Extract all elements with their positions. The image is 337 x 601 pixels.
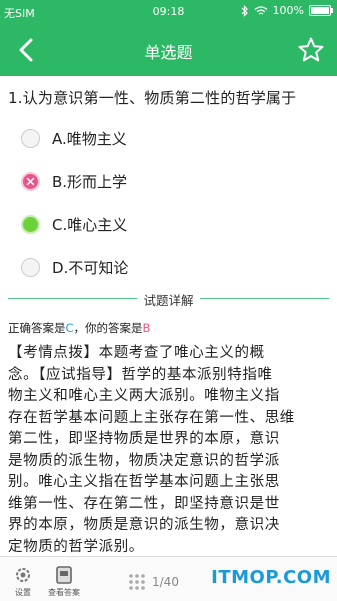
answer-line: 正确答案是C，你的答案是B <box>8 320 150 336</box>
explanation-line: 念。【应试指导】哲学的基本派别特指唯 <box>8 366 273 383</box>
page-indicator[interactable]: 1/40 <box>128 573 179 591</box>
details-title: 试题详解 <box>0 290 337 309</box>
details-title-text: 试题详解 <box>137 293 200 308</box>
correct-mark-icon <box>21 214 40 234</box>
nav-bar: 单选题 <box>0 24 337 76</box>
explanation-line: 存在哲学基本问题上主张存在第一性、思维 <box>8 409 295 426</box>
explanation-line: 维第一性、存在第二性，即坚持意识是世 <box>8 495 280 512</box>
explanation-line: 定物质的哲学派别。 <box>8 538 144 555</box>
option-c[interactable]: C.唯心主义 <box>21 212 127 236</box>
option-c-label: C.唯心主义 <box>52 215 128 234</box>
option-a[interactable]: A.唯物主义 <box>21 126 127 150</box>
answer-mid: ，你的答案是 <box>73 321 143 335</box>
watermark: ITMOP.COM <box>211 567 331 588</box>
option-a-label: A.唯物主义 <box>52 129 127 148</box>
battery-percent: 100% <box>272 4 304 17</box>
your-answer: B <box>142 321 151 335</box>
option-b[interactable]: B.形而上学 <box>21 169 127 193</box>
question-text: 1.认为意识第一性、物质第二性的哲学属于 <box>8 89 297 107</box>
watermark-text: ITMOP.COM <box>211 567 331 588</box>
explanation-line: 别。唯心主义指在哲学基本问题上主张思 <box>8 474 280 490</box>
settings-button[interactable]: 设置 <box>8 565 38 598</box>
answer-card-icon <box>56 566 72 584</box>
page-count: 1/40 <box>152 575 179 589</box>
gear-icon <box>16 568 30 582</box>
view-answer-button[interactable]: 查看答案 <box>46 565 82 598</box>
page-title: 单选题 <box>144 43 193 62</box>
correct-answer: C <box>65 321 74 335</box>
option-d-label: D.不可知论 <box>52 258 129 277</box>
answer-prefix: 正确答案是 <box>8 321 66 335</box>
view-answer-label: 查看答案 <box>48 588 80 597</box>
wifi-icon <box>254 5 267 15</box>
radio-empty-icon <box>21 257 40 277</box>
wrong-mark-icon <box>21 171 40 191</box>
explanation-line: 是物质的派生物，物质决定意识的哲学派 <box>8 452 280 469</box>
battery-icon <box>309 5 333 16</box>
status-right: 100% <box>241 4 333 17</box>
grid-icon <box>129 574 145 590</box>
explanation-line: 物主义和唯心主义两大派别。唯物主义指 <box>8 388 280 404</box>
explanation-line: 第二性，即坚持物质是世界的本原，意识 <box>8 431 280 447</box>
favorite-star-icon[interactable] <box>297 36 325 64</box>
bluetooth-icon <box>241 4 248 17</box>
status-bar: 无SIM 09:18 100% <box>0 0 337 24</box>
explanation-text: 【考情点拨】本题考查了唯心主义的概 念。【应试指导】哲学的基本派别特指唯 物主义… <box>8 343 330 558</box>
option-d[interactable]: D.不可知论 <box>21 255 128 279</box>
settings-label: 设置 <box>15 588 31 597</box>
radio-empty-icon <box>21 128 40 148</box>
option-b-label: B.形而上学 <box>52 172 128 191</box>
bottom-toolbar: 设置 查看答案 1/40 ITMOP.COM <box>0 556 337 601</box>
explanation-line: 界的本原，物质是意识的派生物，意识决 <box>8 517 280 533</box>
explanation-line: 【考情点拨】本题考查了唯心主义的概 <box>8 345 265 361</box>
